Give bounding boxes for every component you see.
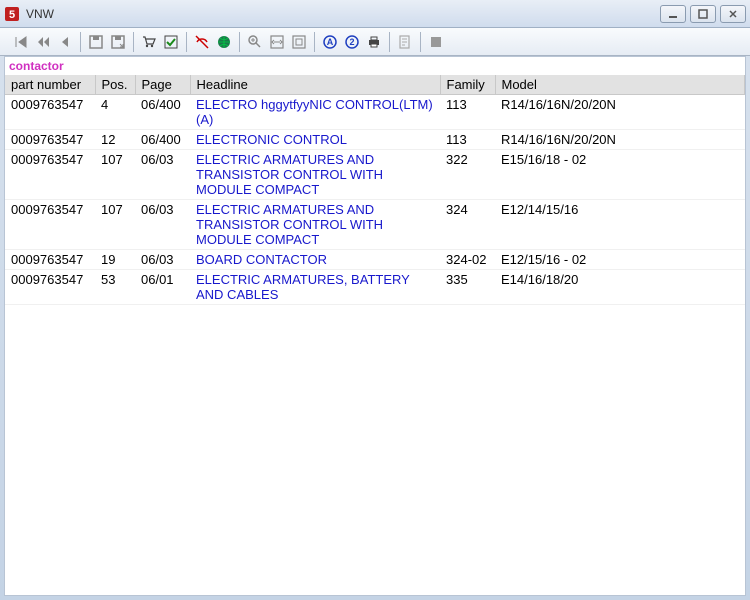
prev-button[interactable] bbox=[54, 31, 76, 53]
marker-2-button[interactable]: 2 bbox=[341, 31, 363, 53]
cell-model: E12/15/16 - 02 bbox=[495, 250, 745, 270]
cell-pos: 12 bbox=[95, 130, 135, 150]
minimize-button[interactable] bbox=[660, 5, 686, 23]
cell-model: E15/16/18 - 02 bbox=[495, 150, 745, 200]
table-row[interactable]: 000976354710706/03ELECTRIC ARMATURES AND… bbox=[5, 200, 745, 250]
offline-icon[interactable] bbox=[191, 31, 213, 53]
save-as-button[interactable] bbox=[107, 31, 129, 53]
window-title: VNW bbox=[26, 7, 660, 21]
results-table: part number Pos. Page Headline Family Mo… bbox=[5, 75, 745, 305]
cell-page: 06/400 bbox=[135, 95, 190, 130]
marker-a-button[interactable]: A bbox=[319, 31, 341, 53]
cell-family: 324 bbox=[440, 200, 495, 250]
fit-width-button[interactable] bbox=[266, 31, 288, 53]
cell-part_number: 0009763547 bbox=[5, 200, 95, 250]
cell-headline[interactable]: ELECTRIC ARMATURES, BATTERY AND CABLES bbox=[190, 270, 440, 305]
notes-button[interactable] bbox=[394, 31, 416, 53]
col-pos[interactable]: Pos. bbox=[95, 75, 135, 95]
toolbar: A 2 bbox=[0, 28, 750, 56]
cell-headline[interactable]: ELECTRO hggytfyyNIC CONTROL(LTM)(A) bbox=[190, 95, 440, 130]
search-term: contactor bbox=[5, 57, 745, 75]
cell-family: 113 bbox=[440, 130, 495, 150]
cell-family: 113 bbox=[440, 95, 495, 130]
cell-pos: 53 bbox=[95, 270, 135, 305]
window-controls bbox=[660, 5, 746, 23]
toolbar-separator bbox=[186, 32, 187, 52]
cell-model: E14/16/18/20 bbox=[495, 270, 745, 305]
table-row[interactable]: 00097635471206/400ELECTRONIC CONTROL113R… bbox=[5, 130, 745, 150]
cell-page: 06/01 bbox=[135, 270, 190, 305]
cell-part_number: 0009763547 bbox=[5, 150, 95, 200]
toolbar-separator bbox=[314, 32, 315, 52]
close-button[interactable] bbox=[720, 5, 746, 23]
cell-model: R14/16/16N/20/20N bbox=[495, 95, 745, 130]
toolbar-separator bbox=[80, 32, 81, 52]
cell-model: R14/16/16N/20/20N bbox=[495, 130, 745, 150]
titlebar: 5 VNW bbox=[0, 0, 750, 28]
maximize-button[interactable] bbox=[690, 5, 716, 23]
cell-part_number: 0009763547 bbox=[5, 270, 95, 305]
svg-text:2: 2 bbox=[349, 37, 354, 47]
cell-headline[interactable]: ELECTRIC ARMATURES AND TRANSISTOR CONTRO… bbox=[190, 200, 440, 250]
col-family[interactable]: Family bbox=[440, 75, 495, 95]
first-button[interactable] bbox=[10, 31, 32, 53]
cell-pos: 107 bbox=[95, 150, 135, 200]
table-header-row: part number Pos. Page Headline Family Mo… bbox=[5, 75, 745, 95]
cell-page: 06/03 bbox=[135, 200, 190, 250]
content-area: contactor part number Pos. Page Headline… bbox=[4, 56, 746, 596]
rewind-button[interactable] bbox=[32, 31, 54, 53]
col-headline[interactable]: Headline bbox=[190, 75, 440, 95]
cell-pos: 107 bbox=[95, 200, 135, 250]
cell-family: 335 bbox=[440, 270, 495, 305]
col-part-number[interactable]: part number bbox=[5, 75, 95, 95]
table-row[interactable]: 00097635475306/01ELECTRIC ARMATURES, BAT… bbox=[5, 270, 745, 305]
col-page[interactable]: Page bbox=[135, 75, 190, 95]
cell-pos: 4 bbox=[95, 95, 135, 130]
toolbar-separator bbox=[133, 32, 134, 52]
print-button[interactable] bbox=[363, 31, 385, 53]
toolbar-separator bbox=[389, 32, 390, 52]
svg-text:5: 5 bbox=[9, 9, 15, 21]
toolbar-separator bbox=[239, 32, 240, 52]
table-row[interactable]: 000976354710706/03ELECTRIC ARMATURES AND… bbox=[5, 150, 745, 200]
stop-button[interactable] bbox=[425, 31, 447, 53]
col-model[interactable]: Model bbox=[495, 75, 745, 95]
cell-headline[interactable]: ELECTRIC ARMATURES AND TRANSISTOR CONTRO… bbox=[190, 150, 440, 200]
check-button[interactable] bbox=[160, 31, 182, 53]
svg-text:A: A bbox=[327, 37, 334, 47]
cell-model: E12/14/15/16 bbox=[495, 200, 745, 250]
zoom-button[interactable] bbox=[244, 31, 266, 53]
toolbar-separator bbox=[420, 32, 421, 52]
save-button[interactable] bbox=[85, 31, 107, 53]
cell-part_number: 0009763547 bbox=[5, 130, 95, 150]
fit-page-button[interactable] bbox=[288, 31, 310, 53]
cell-part_number: 0009763547 bbox=[5, 250, 95, 270]
cell-page: 06/400 bbox=[135, 130, 190, 150]
cell-family: 322 bbox=[440, 150, 495, 200]
cell-page: 06/03 bbox=[135, 250, 190, 270]
table-row[interactable]: 0009763547406/400ELECTRO hggytfyyNIC CON… bbox=[5, 95, 745, 130]
cell-part_number: 0009763547 bbox=[5, 95, 95, 130]
globe-icon[interactable] bbox=[213, 31, 235, 53]
cell-headline[interactable]: BOARD CONTACTOR bbox=[190, 250, 440, 270]
cell-pos: 19 bbox=[95, 250, 135, 270]
cell-page: 06/03 bbox=[135, 150, 190, 200]
cell-headline[interactable]: ELECTRONIC CONTROL bbox=[190, 130, 440, 150]
cell-family: 324-02 bbox=[440, 250, 495, 270]
cart-button[interactable] bbox=[138, 31, 160, 53]
app-icon: 5 bbox=[4, 6, 20, 22]
table-row[interactable]: 00097635471906/03BOARD CONTACTOR324-02E1… bbox=[5, 250, 745, 270]
